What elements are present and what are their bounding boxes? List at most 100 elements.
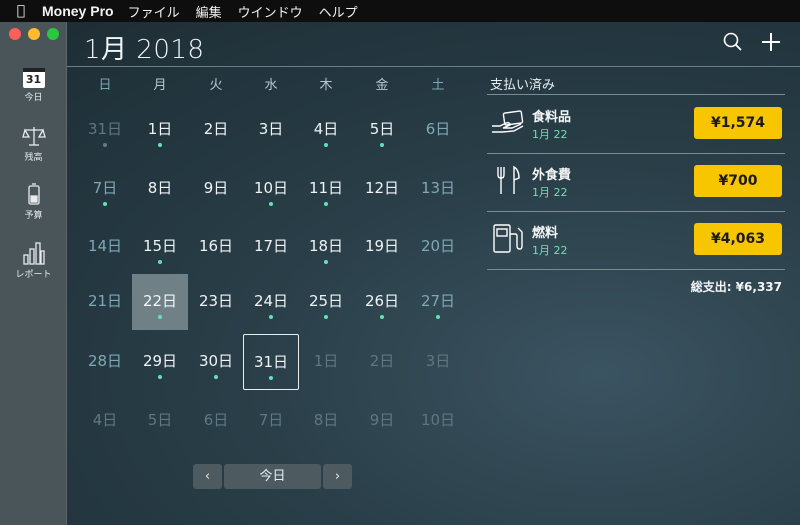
calendar-day[interactable]: 8日 (132, 161, 188, 217)
next-month-button[interactable]: › (323, 464, 352, 489)
calendar-day[interactable]: 18日 (298, 219, 354, 275)
transaction-row[interactable]: 食料品 1月 22 ¥1,574 (487, 96, 785, 154)
weekday-label: 木 (319, 78, 333, 93)
sidebar-item-label: レポート (15, 270, 52, 280)
sidebar: 31 今日 残高 予算 レポート (0, 22, 67, 525)
day-number: 2日 (369, 352, 395, 370)
transaction-dot (269, 315, 273, 319)
calendar-day[interactable]: 23日 (188, 274, 244, 330)
calendar-day[interactable]: 10日 (243, 161, 299, 217)
menu-bar:  Money Pro ファイル 編集 ウインドウ ヘルプ (0, 0, 800, 22)
sidebar-item-budget[interactable]: 予算 (0, 182, 67, 221)
transaction-amount[interactable]: ¥700 (694, 165, 782, 197)
day-number: 3日 (425, 352, 451, 370)
calendar-day[interactable]: 12日 (354, 161, 410, 217)
calendar-day[interactable]: 25日 (298, 274, 354, 330)
calendar-day[interactable]: 20日 (410, 219, 466, 275)
prev-month-button[interactable]: ‹ (193, 464, 222, 489)
app-menu[interactable]: Money Pro (42, 3, 114, 19)
day-number: 13日 (420, 179, 456, 197)
day-number: 14日 (87, 237, 123, 255)
day-number: 28日 (87, 352, 123, 370)
calendar-day[interactable]: 17日 (243, 219, 299, 275)
bar-chart-icon (22, 242, 45, 265)
menu-edit[interactable]: 編集 (196, 2, 222, 21)
day-number: 5日 (369, 120, 395, 138)
calendar-day[interactable]: 3日 (243, 102, 299, 158)
today-button[interactable]: 今日 (224, 464, 321, 489)
day-number: 4日 (92, 411, 118, 429)
calendar-day[interactable]: 9日 (354, 393, 410, 449)
calendar-day[interactable]: 30日 (188, 334, 244, 390)
sidebar-item-today[interactable]: 31 今日 (0, 68, 67, 103)
header-divider (67, 66, 800, 67)
transaction-category: 食料品 (532, 110, 572, 125)
hand-card-icon (492, 110, 524, 133)
day-number: 26日 (364, 292, 400, 310)
transaction-amount[interactable]: ¥1,574 (694, 107, 782, 139)
calendar-day[interactable]: 1日 (298, 334, 354, 390)
calendar-day[interactable]: 24日 (243, 274, 299, 330)
calendar-day[interactable]: 10日 (410, 393, 466, 449)
minimize-button[interactable] (28, 28, 40, 40)
day-number: 6日 (425, 120, 451, 138)
search-icon[interactable] (722, 31, 744, 53)
calendar-day[interactable]: 21日 (77, 274, 133, 330)
calendar-day[interactable]: 4日 (77, 393, 133, 449)
calendar-day[interactable]: 2日 (354, 334, 410, 390)
calendar-day[interactable]: 31日 (243, 334, 299, 390)
transaction-dot (436, 315, 440, 319)
calendar-day[interactable]: 8日 (298, 393, 354, 449)
calendar-day[interactable]: 2日 (188, 102, 244, 158)
calendar-day[interactable]: 26日 (354, 274, 410, 330)
menu-window[interactable]: ウインドウ (238, 2, 303, 21)
apple-icon[interactable]:  (0, 3, 42, 19)
transaction-dot (269, 202, 273, 206)
day-number: 19日 (364, 237, 400, 255)
calendar-day[interactable]: 29日 (132, 334, 188, 390)
transaction-dot (103, 143, 107, 147)
calendar-day[interactable]: 1日 (132, 102, 188, 158)
calendar-day[interactable]: 7日 (77, 161, 133, 217)
menu-file[interactable]: ファイル (128, 2, 180, 21)
calendar-day[interactable]: 6日 (410, 102, 466, 158)
transaction-date: 1月 22 (532, 186, 568, 199)
calendar-day[interactable]: 19日 (354, 219, 410, 275)
transaction-row[interactable]: 燃料 1月 22 ¥4,063 (487, 212, 785, 270)
transaction-dot (380, 315, 384, 319)
sidebar-item-report[interactable]: レポート (0, 239, 67, 280)
transaction-row[interactable]: 外食費 1月 22 ¥700 (487, 154, 785, 212)
weekday-label: 水 (264, 78, 278, 93)
calendar-day[interactable]: 22日 (132, 274, 188, 330)
calendar-day[interactable]: 6日 (188, 393, 244, 449)
calendar-day[interactable]: 5日 (132, 393, 188, 449)
day-number: 8日 (147, 179, 173, 197)
calendar-day[interactable]: 5日 (354, 102, 410, 158)
day-number: 24日 (253, 292, 289, 310)
calendar-day[interactable]: 13日 (410, 161, 466, 217)
calendar-day[interactable]: 9日 (188, 161, 244, 217)
menu-help[interactable]: ヘルプ (319, 2, 358, 21)
sidebar-item-balance[interactable]: 残高 (0, 124, 67, 163)
transaction-dot (158, 375, 162, 379)
zoom-button[interactable] (47, 28, 59, 40)
page-title: 1月 2018 (84, 35, 205, 65)
calendar-day[interactable]: 14日 (77, 219, 133, 275)
calendar-day[interactable]: 28日 (77, 334, 133, 390)
weekday-label: 日 (98, 78, 112, 93)
plus-icon[interactable] (760, 31, 782, 53)
transaction-category: 外食費 (532, 168, 572, 183)
calendar-day[interactable]: 16日 (188, 219, 244, 275)
transaction-amount[interactable]: ¥4,063 (694, 223, 782, 255)
calendar-day[interactable]: 31日 (77, 102, 133, 158)
day-number: 1日 (147, 120, 173, 138)
calendar-day[interactable]: 15日 (132, 219, 188, 275)
calendar-day[interactable]: 7日 (243, 393, 299, 449)
transaction-dot (158, 143, 162, 147)
calendar-day[interactable]: 27日 (410, 274, 466, 330)
weekday-label: 月 (153, 78, 167, 93)
calendar-day[interactable]: 4日 (298, 102, 354, 158)
calendar-day[interactable]: 3日 (410, 334, 466, 390)
calendar-day[interactable]: 11日 (298, 161, 354, 217)
close-button[interactable] (9, 28, 21, 40)
